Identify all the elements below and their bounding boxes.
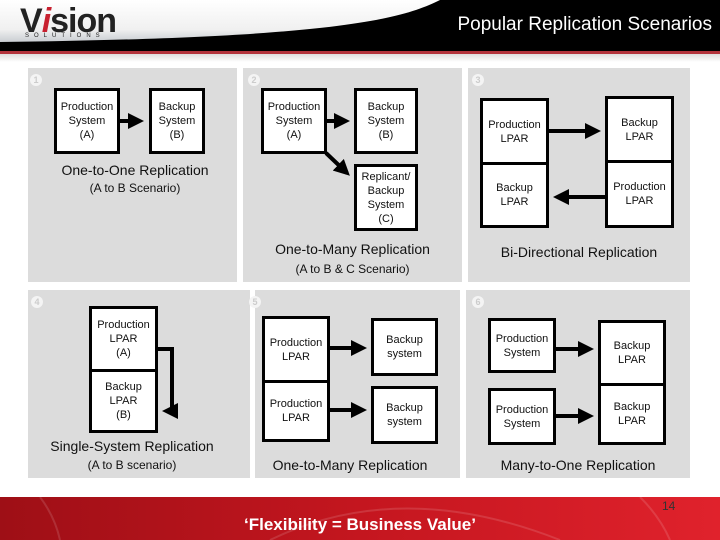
replicant-system-box: Replicant/ Backup System (C) [354, 164, 418, 231]
page-number: 14 [662, 499, 676, 513]
panel-number: 3 [472, 74, 484, 86]
panel-number: 4 [31, 296, 43, 308]
backup-system-box: Backup system [371, 386, 438, 444]
panel-number: 6 [472, 296, 484, 308]
panel-number: 5 [249, 296, 261, 308]
caption: One-to-Many Replication [272, 457, 428, 473]
production-lpar-box: Production LPAR [480, 98, 549, 165]
panel-number: 1 [30, 74, 42, 86]
caption: One-to-Many Replication [275, 241, 430, 257]
caption: Bi-Directional Replication [500, 244, 658, 260]
caption: One-to-One Replication [61, 162, 209, 178]
backup-lpar-box: Backup LPAR [480, 162, 549, 228]
production-system-box: Production System (A) [261, 88, 327, 154]
production-lpar-box: Production LPAR (A) [89, 306, 158, 372]
subcaption: (A to B scenario) [87, 458, 177, 472]
backup-lpar-box: Backup LPAR [598, 320, 666, 386]
backup-system-box: Backup System (B) [149, 88, 205, 154]
production-system-box: Production System [488, 388, 556, 445]
production-lpar-box: Production LPAR [262, 316, 330, 383]
panel-number: 2 [248, 74, 260, 86]
backup-lpar-box: Backup LPAR (B) [89, 369, 158, 433]
subcaption: (A to B & C Scenario) [295, 262, 410, 276]
footer-banner: 14 ‘Flexibility = Business Value’ [0, 497, 720, 540]
backup-lpar-box: Backup LPAR [605, 96, 674, 163]
header: Vision SOLUTIONS Popular Replication Sce… [0, 0, 720, 52]
production-lpar-box: Production LPAR [262, 380, 330, 442]
caption: Single-System Replication [50, 438, 214, 454]
subcaption: (A to B Scenario) [89, 181, 181, 195]
production-system-box: Production System (A) [54, 88, 120, 154]
backup-lpar-box: Backup LPAR [598, 383, 666, 445]
slide-title: Popular Replication Scenarios [457, 14, 712, 35]
caption: Many-to-One Replication [500, 457, 656, 473]
backup-system-box: Backup System (B) [354, 88, 418, 154]
logo-subtitle: SOLUTIONS [25, 33, 105, 39]
production-system-box: Production System [488, 318, 556, 373]
backup-system-box: Backup system [371, 318, 438, 376]
production-lpar-box: Production LPAR [605, 160, 674, 228]
header-shadow [0, 54, 720, 62]
tagline: ‘Flexibility = Business Value’ [244, 515, 476, 534]
